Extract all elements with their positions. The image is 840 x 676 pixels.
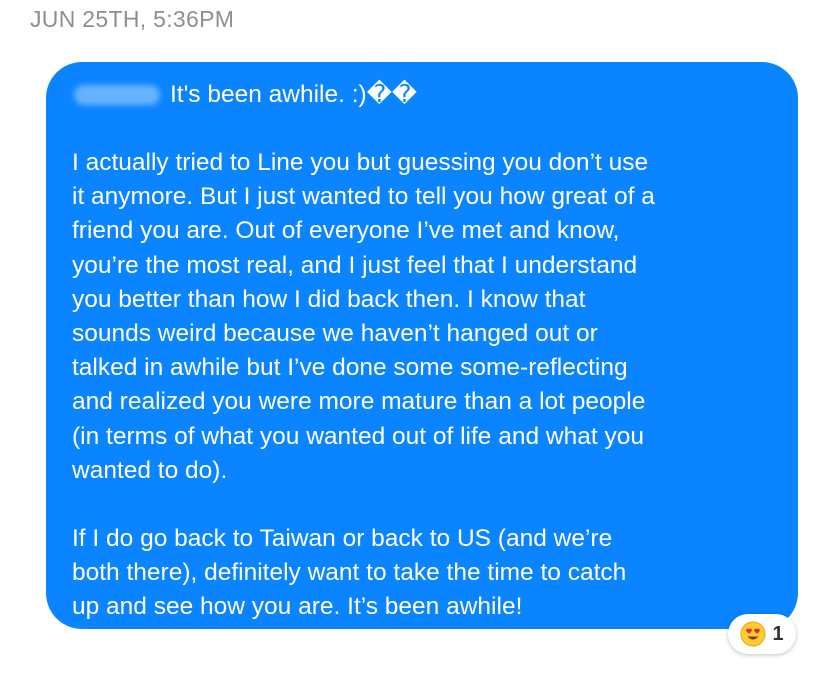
message-paragraph-1: I actually tried to Line you but guessin… — [72, 149, 655, 484]
greeting-line: It's been awhile. :)�� — [72, 78, 776, 112]
message-paragraph-2: If I do go back to Taiwan or back to US … — [72, 525, 627, 621]
reaction-badge[interactable]: 1 — [728, 614, 796, 654]
message-bubble[interactable]: It's been awhile. :)�� I actually tried … — [46, 62, 798, 629]
greeting-text: It's been awhile. :)�� — [170, 80, 417, 108]
message-timestamp: JUN 25TH, 5:36PM — [30, 6, 235, 32]
message-thread: JUN 25TH, 5:36PM It's been awhile. :)�� … — [0, 0, 840, 676]
redacted-name — [74, 85, 160, 105]
reaction-count: 1 — [772, 622, 784, 645]
heart-eyes-icon — [740, 621, 766, 647]
